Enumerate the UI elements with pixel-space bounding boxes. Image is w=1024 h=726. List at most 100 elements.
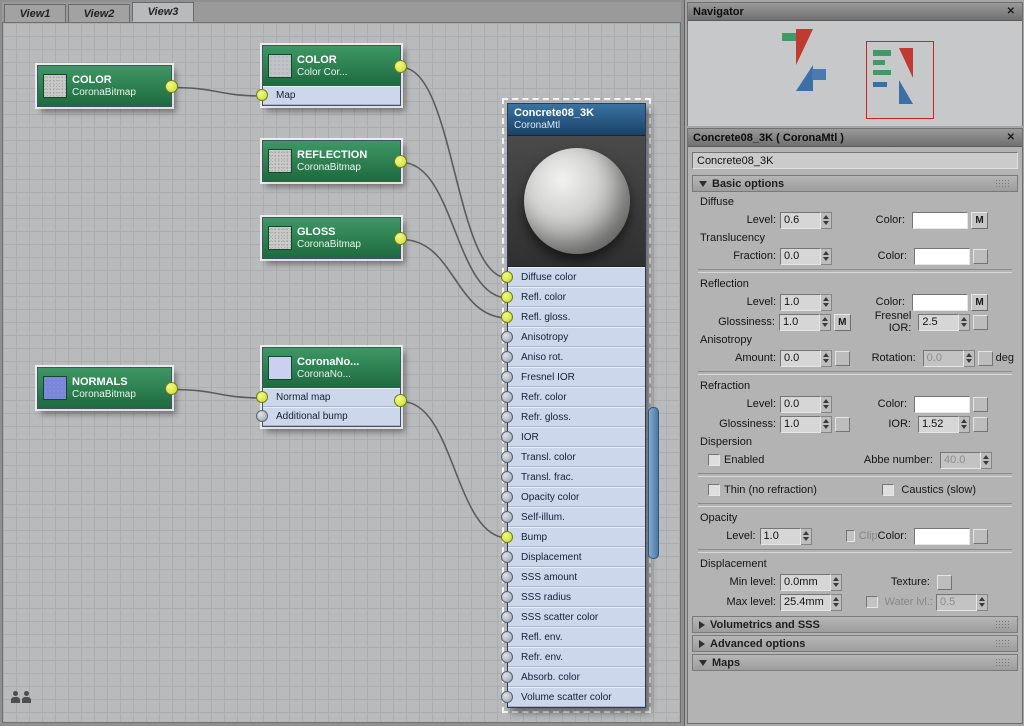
displacement-max-spinner[interactable]: 25.4mm <box>780 593 842 611</box>
material-slot-row[interactable]: Transl. color <box>501 447 645 467</box>
material-slot-row[interactable]: Refr. color <box>501 387 645 407</box>
spinner-value[interactable]: 1.0 <box>778 313 820 331</box>
slot-input-dot[interactable] <box>501 351 513 363</box>
rotation-texture-button[interactable] <box>977 350 993 366</box>
spinner-value[interactable]: 1.0 <box>780 415 821 433</box>
material-slot-row[interactable]: Self-illum. <box>501 507 645 527</box>
node-corona-mtl[interactable]: Concrete08_3K CoronaMtl Diffuse color Ref… <box>501 103 659 708</box>
material-slot-row[interactable]: Absorb. color <box>501 667 645 687</box>
navigator-view-rect[interactable] <box>866 41 934 119</box>
water-level-checkbox[interactable] <box>865 596 878 608</box>
spinner-value[interactable]: 0.6 <box>780 211 821 229</box>
spinner-arrows-icon[interactable] <box>800 527 812 545</box>
caustics-checkbox[interactable] <box>882 484 895 496</box>
slot-input-dot[interactable] <box>501 371 513 383</box>
slot-input-dot[interactable] <box>501 431 513 443</box>
tab-view2[interactable]: View2 <box>68 4 130 22</box>
spinner-arrows-icon[interactable] <box>981 451 992 469</box>
close-icon[interactable]: ✕ <box>1005 132 1017 143</box>
refraction-level-spinner[interactable]: 0.0 <box>780 395 832 413</box>
refr-gloss-texture-button[interactable] <box>835 416 850 432</box>
slot-input-dot[interactable] <box>501 331 513 343</box>
slot-input-dot[interactable] <box>501 691 513 703</box>
tab-view3[interactable]: View3 <box>132 2 194 22</box>
tab-view1[interactable]: View1 <box>4 4 66 22</box>
slot-input-dot[interactable] <box>501 391 513 403</box>
slot-input-dot[interactable] <box>501 451 513 463</box>
ior-texture-button[interactable] <box>973 416 988 432</box>
material-slot-row[interactable]: Aniso rot. <box>501 347 645 367</box>
node-header[interactable]: GLOSS CoronaBitmap <box>263 218 400 258</box>
spinner-arrows-icon[interactable] <box>821 415 832 433</box>
spinner-arrows-icon[interactable] <box>977 593 988 611</box>
spinner-value[interactable]: 1.0 <box>780 293 821 311</box>
params-titlebar[interactable]: Concrete08_3K ( CoronaMtl ) ✕ <box>688 129 1022 147</box>
material-slot-row[interactable]: Refl. gloss. <box>501 307 645 327</box>
slot-input-dot[interactable] <box>501 311 513 323</box>
spinner-value[interactable]: 1.0 <box>759 527 801 545</box>
opacity-level-spinner[interactable]: 1.0 <box>759 527 812 545</box>
material-slot-row[interactable]: Transl. frac. <box>501 467 645 487</box>
material-slot-row[interactable]: Refl. color <box>501 287 645 307</box>
slot-input-dot[interactable] <box>501 611 513 623</box>
opacity-color-swatch[interactable] <box>914 527 970 545</box>
node-header[interactable]: NORMALS CoronaBitmap <box>38 368 171 408</box>
reflection-level-spinner[interactable]: 1.0 <box>780 293 832 311</box>
node-reflection-bitmap[interactable]: REFLECTION CoronaBitmap <box>262 140 407 182</box>
node-slot-row[interactable]: Normal map <box>256 388 400 407</box>
aniso-amount-spinner[interactable]: 0.0 <box>780 349 832 367</box>
spinner-value[interactable]: 1.52 <box>918 415 959 433</box>
refraction-ior-spinner[interactable]: 1.52 <box>918 415 970 433</box>
node-output-dot[interactable] <box>165 382 178 395</box>
material-slot-row[interactable]: Opacity color <box>501 487 645 507</box>
spinner-value[interactable]: 25.4mm <box>780 593 831 611</box>
diffuse-map-button[interactable]: M <box>971 211 988 229</box>
rollout-advanced-options[interactable]: Advanced options <box>692 635 1018 652</box>
clip-checkbox[interactable] <box>845 530 855 542</box>
displacement-min-spinner[interactable]: 0.0mm <box>780 573 842 591</box>
material-name-input[interactable] <box>692 152 1018 169</box>
spinner-arrows-icon[interactable] <box>819 313 831 331</box>
refraction-texture-button[interactable] <box>973 396 988 412</box>
rollout-maps[interactable]: Maps <box>692 654 1018 671</box>
node-output-dot[interactable] <box>394 60 407 73</box>
spinner-arrows-icon[interactable] <box>963 349 975 367</box>
spinner-value[interactable]: 0.5 <box>936 593 977 611</box>
abbe-number-spinner[interactable]: 40.0 <box>940 451 992 469</box>
material-slot-row[interactable]: Diffuse color <box>501 267 645 287</box>
node-canvas[interactable]: COLOR CoronaBitmap COLOR Color Cor... Ma… <box>2 22 681 723</box>
material-slot-row[interactable]: SSS radius <box>501 587 645 607</box>
slot-input-dot[interactable] <box>256 410 268 422</box>
material-slot-row[interactable]: SSS amount <box>501 567 645 587</box>
spinner-arrows-icon[interactable] <box>821 247 832 265</box>
slot-input-dot[interactable] <box>501 511 513 523</box>
spinner-arrows-icon[interactable] <box>821 395 832 413</box>
slot-input-dot[interactable] <box>501 531 513 543</box>
node-scrollbar[interactable] <box>648 407 659 559</box>
spinner-arrows-icon[interactable] <box>821 349 832 367</box>
slot-input-dot[interactable] <box>501 591 513 603</box>
refraction-glossiness-spinner[interactable]: 1.0 <box>780 415 832 433</box>
translucency-texture-button[interactable] <box>973 248 988 264</box>
node-header[interactable]: Concrete08_3K CoronaMtl <box>508 104 645 135</box>
material-slot-row[interactable]: Volume scatter color <box>501 687 645 707</box>
spinner-arrows-icon[interactable] <box>821 293 832 311</box>
spinner-value[interactable]: 40.0 <box>940 451 981 469</box>
slot-input-dot[interactable] <box>501 271 513 283</box>
slot-input-dot[interactable] <box>501 671 513 683</box>
material-slot-row[interactable]: Fresnel IOR <box>501 367 645 387</box>
spinner-arrows-icon[interactable] <box>831 593 842 611</box>
displacement-texture-button[interactable] <box>937 574 952 590</box>
node-output-dot[interactable] <box>394 394 407 407</box>
node-header[interactable]: REFLECTION CoronaBitmap <box>263 141 400 181</box>
node-output-dot[interactable] <box>165 80 178 93</box>
navigator-viewport[interactable] <box>688 21 1022 126</box>
spinner-arrows-icon[interactable] <box>831 573 842 591</box>
slot-input-dot[interactable] <box>501 471 513 483</box>
slot-input-dot[interactable] <box>501 291 513 303</box>
spinner-value[interactable]: 0.0 <box>780 349 821 367</box>
node-corona-normal[interactable]: CoronaNo... CoronaNo... Normal map Addit… <box>256 347 407 427</box>
spinner-value[interactable]: 0.0 <box>780 247 821 265</box>
opacity-texture-button[interactable] <box>973 528 988 544</box>
material-slot-row[interactable]: Anisotropy <box>501 327 645 347</box>
